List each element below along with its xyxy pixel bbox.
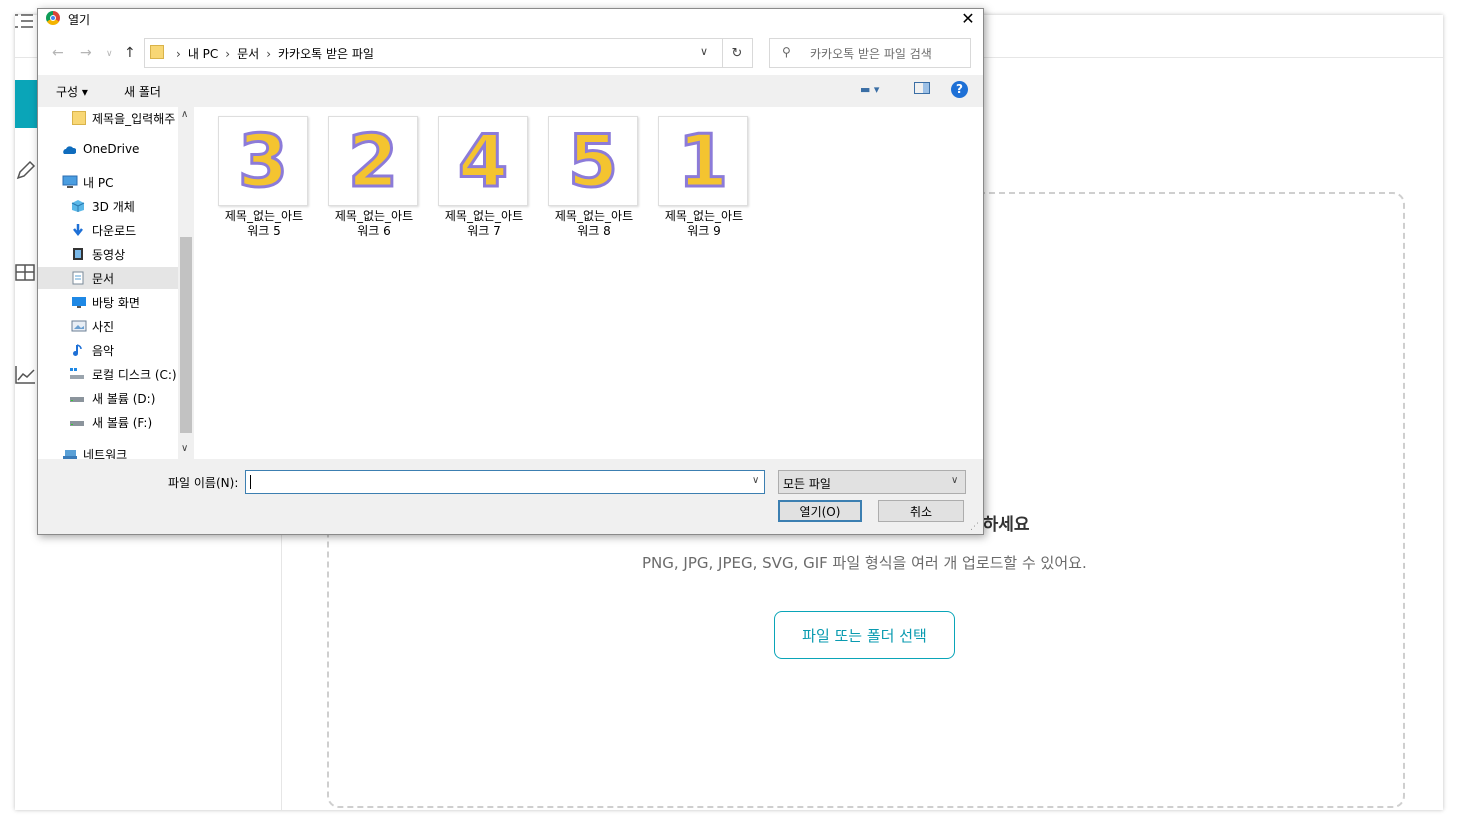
close-icon[interactable]: ✕ [958, 9, 978, 28]
back-arrow-icon[interactable]: ← [52, 45, 64, 61]
select-file-button[interactable]: 파일 또는 폴더 선택 [774, 611, 955, 659]
nav-item-3d[interactable]: 3D 개체 [38, 195, 178, 217]
layout-icon[interactable] [15, 262, 37, 284]
file-item[interactable]: 1 제목_없는_아트 워크 9 [654, 109, 764, 239]
folder-icon [72, 111, 86, 125]
video-icon [73, 248, 83, 260]
open-button[interactable]: 열기(O) [778, 500, 862, 522]
nav-item-pictures[interactable]: 사진 [38, 315, 178, 337]
drive-icon [70, 421, 84, 426]
forward-arrow-icon[interactable]: → [80, 45, 92, 61]
dialog-titlebar[interactable]: 열기 ✕ [38, 9, 983, 31]
address-dropdown-icon[interactable]: ∨ [700, 45, 708, 58]
file-item[interactable]: 5 제목_없는_아트 워크 8 [544, 109, 654, 239]
file-type-value: 모든 파일 [783, 477, 831, 491]
file-type-select[interactable]: 모든 파일 ∨ [778, 470, 966, 494]
nav-item-onedrive[interactable]: OneDrive [38, 139, 178, 161]
file-name: 제목_없는_아트 워크 9 [664, 209, 744, 238]
filename-input[interactable]: ∨ [245, 470, 765, 494]
dialog-footer: 파일 이름(N): ∨ 모든 파일 ∨ 열기(O) 취소 ⋰ [38, 459, 983, 534]
folder-icon [150, 45, 164, 59]
dropzone-subtitle: PNG, JPG, JPEG, SVG, GIF 파일 형식을 여러 개 업로드… [642, 554, 1087, 572]
breadcrumb: › 내 PC › 문서 › 카카오톡 받은 파일 [169, 45, 374, 62]
file-item[interactable]: 4 제목_없는_아트 워크 7 [434, 109, 544, 239]
chevron-down-icon[interactable]: ∨ [752, 475, 759, 486]
chrome-icon [46, 11, 60, 25]
search-icon: ⚲ [782, 45, 791, 59]
file-thumbnail: 5 [548, 116, 638, 206]
desktop-icon [72, 297, 86, 308]
download-icon [73, 224, 83, 237]
recent-dropdown-icon[interactable]: ∨ [106, 49, 113, 59]
chevron-right-icon: › [225, 47, 231, 61]
file-name: 제목_없는_아트 워크 5 [224, 209, 304, 238]
new-folder-button[interactable]: 새 폴더 [124, 83, 161, 100]
file-item[interactable]: 3 제목_없는_아트 워크 5 [214, 109, 324, 239]
nav-item-music[interactable]: 음악 [38, 339, 178, 361]
cancel-button[interactable]: 취소 [878, 500, 964, 522]
dialog-toolbar: 구성 ▾ 새 폴더 ▬ ▾ ? [38, 75, 983, 107]
file-thumbnail: 3 [218, 116, 308, 206]
document-icon [72, 271, 84, 285]
scroll-down-icon[interactable]: ∨ [181, 443, 188, 454]
nav-item-documents[interactable]: 문서 [38, 267, 178, 289]
nav-scrollbar[interactable]: ∧ ∨ [178, 107, 194, 461]
filename-label: 파일 이름(N): [168, 476, 239, 490]
chevron-right-icon: › [176, 47, 181, 61]
cloud-icon [63, 146, 76, 154]
music-icon [73, 344, 82, 356]
chart-icon[interactable] [15, 364, 37, 386]
nav-item-desktop[interactable]: 바탕 화면 [38, 291, 178, 313]
pencil-icon[interactable] [15, 159, 37, 181]
file-name: 제목_없는_아트 워크 8 [554, 209, 634, 238]
drive-icon [70, 397, 84, 402]
text-caret [250, 475, 251, 489]
scrollbar-thumb[interactable] [180, 237, 192, 433]
nav-item-drive-d[interactable]: 새 볼륨 (D:) [38, 387, 178, 409]
preview-pane-icon[interactable] [914, 82, 930, 94]
dialog-title: 열기 [68, 13, 91, 27]
menu-icon[interactable] [15, 12, 35, 30]
nav-item-drive-f[interactable]: 새 볼륨 (F:) [38, 411, 178, 433]
file-thumbnail: 1 [658, 116, 748, 206]
nav-item-videos[interactable]: 동영상 [38, 243, 178, 265]
active-sidebar-tab[interactable] [15, 80, 37, 128]
file-item[interactable]: 2 제목_없는_아트 워크 6 [324, 109, 434, 239]
help-icon[interactable]: ? [951, 81, 968, 98]
file-name: 제목_없는_아트 워크 7 [444, 209, 524, 238]
address-bar[interactable]: › 내 PC › 문서 › 카카오톡 받은 파일 [144, 38, 723, 68]
chevron-right-icon: › [266, 47, 272, 61]
refresh-icon[interactable]: ↻ [722, 38, 753, 68]
search-placeholder: 카카오톡 받은 파일 검색 [810, 47, 932, 61]
view-options-icon[interactable]: ▬ ▾ [860, 83, 879, 96]
nav-item-folder[interactable]: 제목을_입력해주 [38, 107, 178, 129]
chevron-down-icon: ∨ [951, 475, 959, 486]
pc-icon [62, 175, 78, 188]
file-thumbnail: 4 [438, 116, 528, 206]
breadcrumb-item-pc[interactable]: 내 PC [188, 47, 218, 61]
file-open-dialog: 열기 ✕ ← → ∨ ↑ › 내 PC › 문서 › 카카오톡 받은 파일 ∨ ↻ ⚲ 카… [37, 8, 984, 535]
scroll-up-icon[interactable]: ∧ [181, 109, 188, 120]
up-arrow-icon[interactable]: ↑ [124, 45, 136, 61]
nav-item-pc[interactable]: 내 PC [38, 171, 178, 193]
organize-button[interactable]: 구성 ▾ [56, 83, 88, 100]
navigation-pane: 제목을_입력해주 OneDrive 내 PC 3D 개체 다운로드 동영상 문서 [38, 107, 178, 461]
breadcrumb-item-documents[interactable]: 문서 [237, 47, 259, 61]
nav-item-drive-c[interactable]: 로컬 디스크 (C:) [38, 363, 178, 385]
breadcrumb-item-kakao[interactable]: 카카오톡 받은 파일 [278, 47, 374, 61]
file-name: 제목_없는_아트 워크 6 [334, 209, 414, 238]
drive-icon [70, 368, 84, 379]
cube-icon [71, 200, 85, 212]
nav-item-downloads[interactable]: 다운로드 [38, 219, 178, 241]
picture-icon [71, 320, 87, 332]
search-box[interactable]: ⚲ 카카오톡 받은 파일 검색 [769, 38, 971, 68]
file-thumbnail: 2 [328, 116, 418, 206]
resize-grip-icon[interactable]: ⋰ [970, 522, 979, 532]
